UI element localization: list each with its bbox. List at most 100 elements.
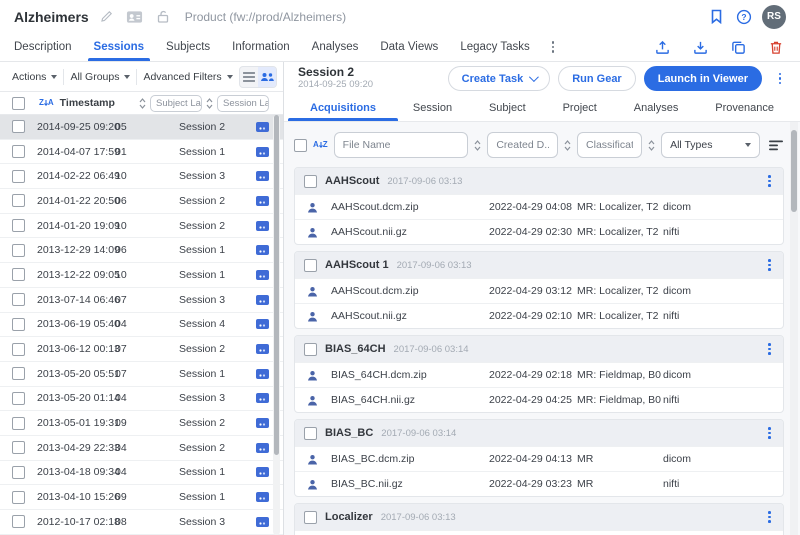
help-icon[interactable]: ? [734, 7, 754, 27]
row-checkbox[interactable] [12, 416, 25, 430]
file-row[interactable]: Localizer.dcm.zip 2022-04-29 02:25 MR: L… [295, 530, 783, 535]
file-row[interactable]: AAHScout.dcm.zip 2022-04-29 03:12 MR: Lo… [295, 278, 783, 303]
scrollbar-thumb[interactable] [791, 130, 797, 212]
file-row[interactable]: AAHScout.nii.gz 2022-04-29 02:10 MR: Loc… [295, 303, 783, 328]
sort-alpha-icon[interactable]: AZ [313, 141, 328, 149]
select-all-files-checkbox[interactable] [294, 138, 307, 152]
create-task-button[interactable]: Create Task [447, 66, 551, 91]
session-row[interactable]: 2013-12-22 09:05 10 Session 1 [0, 263, 283, 288]
acquisition-header[interactable]: BIAS_BC 2017-09-06 03:14 [295, 420, 783, 446]
sort-arrows-icon[interactable] [206, 97, 213, 109]
session-row[interactable]: 2014-01-20 19:09 10 Session 2 [0, 214, 283, 239]
avatar[interactable]: RS [762, 4, 786, 29]
file-row[interactable]: BIAS_64CH.nii.gz 2022-04-29 04:25 MR: Fi… [295, 387, 783, 412]
edit-title-icon[interactable] [97, 7, 117, 27]
session-row[interactable]: 2013-06-19 05:40 04 Session 4 [0, 313, 283, 338]
tab-information[interactable]: Information [232, 33, 290, 61]
acquisition-kebab-icon[interactable] [764, 259, 775, 271]
select-all-checkbox[interactable] [12, 96, 25, 110]
acquisition-checkbox[interactable] [304, 510, 317, 524]
acquisition-kebab-icon[interactable] [764, 511, 775, 523]
delete-icon[interactable] [766, 37, 786, 57]
copy-icon[interactable] [728, 37, 748, 57]
acquisition-checkbox[interactable] [304, 258, 317, 272]
session-row[interactable]: 2013-05-01 19:31 09 Session 2 [0, 411, 283, 436]
session-row[interactable]: 2013-05-20 05:51 07 Session 1 [0, 362, 283, 387]
acquisition-header[interactable]: BIAS_64CH 2017-09-06 03:14 [295, 336, 783, 362]
session-row[interactable]: 2012-10-17 02:18 08 Session 3 [0, 510, 283, 535]
tab-legacy-tasks[interactable]: Legacy Tasks [460, 33, 529, 61]
tab-project[interactable]: Project [563, 95, 597, 121]
acquisition-header[interactable]: AAHScout 1 2017-09-06 03:13 [295, 252, 783, 278]
row-checkbox[interactable] [12, 243, 25, 257]
sort-lines-icon[interactable] [766, 135, 786, 155]
session-row[interactable]: 2013-06-12 00:13 07 Session 2 [0, 337, 283, 362]
row-checkbox[interactable] [12, 169, 25, 183]
run-gear-button[interactable]: Run Gear [558, 66, 636, 91]
actions-dropdown[interactable]: Actions [12, 71, 58, 83]
file-row[interactable]: BIAS_64CH.dcm.zip 2022-04-29 02:18 MR: F… [295, 362, 783, 387]
row-checkbox[interactable] [12, 145, 25, 159]
acquisition-header[interactable]: Localizer 2017-09-06 03:13 [295, 504, 783, 530]
download-icon[interactable] [690, 37, 710, 57]
session-row[interactable]: 2014-09-25 09:20 05 Session 2 [0, 115, 283, 140]
tabs-overflow-kebab-icon[interactable] [551, 33, 555, 61]
session-row[interactable]: 2013-04-10 15:26 09 Session 1 [0, 485, 283, 510]
sort-alpha-icon[interactable]: ZA [39, 99, 54, 107]
session-row[interactable]: 2013-04-29 22:33 04 Session 2 [0, 436, 283, 461]
file-row[interactable]: BIAS_BC.nii.gz 2022-04-29 03:23 MR nifti [295, 471, 783, 496]
subjects-view-icon[interactable] [257, 66, 276, 87]
session-row[interactable]: 2014-04-07 17:59 01 Session 1 [0, 140, 283, 165]
acquisition-kebab-icon[interactable] [764, 343, 775, 355]
acquisition-kebab-icon[interactable] [764, 175, 775, 187]
tab-subject[interactable]: Subject [489, 95, 526, 121]
upload-icon[interactable] [652, 37, 672, 57]
sort-arrows-icon[interactable] [564, 139, 571, 151]
session-kebab-icon[interactable] [770, 69, 790, 89]
tab-provenance[interactable]: Provenance [715, 95, 774, 121]
acquisition-kebab-icon[interactable] [764, 427, 775, 439]
timestamp-column-header[interactable]: Timestamp [60, 97, 115, 109]
session-row[interactable]: 2013-04-18 09:34 04 Session 1 [0, 461, 283, 486]
tab-session[interactable]: Session [413, 95, 452, 121]
row-checkbox[interactable] [12, 293, 25, 307]
launch-in-viewer-button[interactable]: Launch in Viewer [643, 66, 762, 91]
file-name-filter-input[interactable] [333, 132, 469, 158]
file-row[interactable]: AAHScout.dcm.zip 2022-04-29 04:08 MR: Lo… [295, 194, 783, 219]
row-checkbox[interactable] [12, 391, 25, 405]
session-row[interactable]: 2013-07-14 06:46 07 Session 3 [0, 288, 283, 313]
row-checkbox[interactable] [12, 268, 25, 282]
tab-analyses[interactable]: Analyses [312, 33, 359, 61]
advanced-filters-dropdown[interactable]: Advanced Filters [143, 71, 233, 83]
tab-acquisitions[interactable]: Acquisitions [287, 95, 399, 121]
row-checkbox[interactable] [12, 120, 25, 134]
sort-arrows-icon[interactable] [139, 97, 146, 109]
group-permissions-icon[interactable] [125, 7, 145, 27]
sort-arrows-icon[interactable] [474, 139, 481, 151]
type-filter-select[interactable]: All Types [661, 132, 760, 158]
acquisition-checkbox[interactable] [304, 426, 317, 440]
row-checkbox[interactable] [12, 194, 25, 208]
created-date-filter-input[interactable] [487, 132, 559, 158]
tab-sessions[interactable]: Sessions [87, 33, 150, 61]
list-view-icon[interactable] [240, 67, 258, 87]
bookmark-icon[interactable] [706, 7, 726, 27]
session-row[interactable]: 2013-05-20 01:14 04 Session 3 [0, 387, 283, 412]
tab-data-views[interactable]: Data Views [380, 33, 438, 61]
row-checkbox[interactable] [12, 441, 25, 455]
session-row[interactable]: 2014-01-22 20:50 06 Session 2 [0, 189, 283, 214]
tab-subjects[interactable]: Subjects [166, 33, 210, 61]
session-row[interactable]: 2014-02-22 06:49 10 Session 3 [0, 164, 283, 190]
subject-label-filter[interactable]: Subject Label [150, 94, 202, 112]
sort-arrows-icon[interactable] [648, 139, 655, 151]
tab-analyses[interactable]: Analyses [634, 95, 679, 121]
file-row[interactable]: BIAS_BC.dcm.zip 2022-04-29 04:13 MR dico… [295, 446, 783, 471]
row-checkbox[interactable] [12, 515, 25, 529]
file-row[interactable]: AAHScout.nii.gz 2022-04-29 02:30 MR: Loc… [295, 219, 783, 244]
row-checkbox[interactable] [12, 367, 25, 381]
acquisitions-scrollbar[interactable] [790, 122, 798, 535]
acquisition-header[interactable]: AAHScout 2017-09-06 03:13 [295, 168, 783, 194]
row-checkbox[interactable] [12, 490, 25, 504]
tab-description[interactable]: Description [14, 33, 72, 61]
row-checkbox[interactable] [12, 342, 25, 356]
